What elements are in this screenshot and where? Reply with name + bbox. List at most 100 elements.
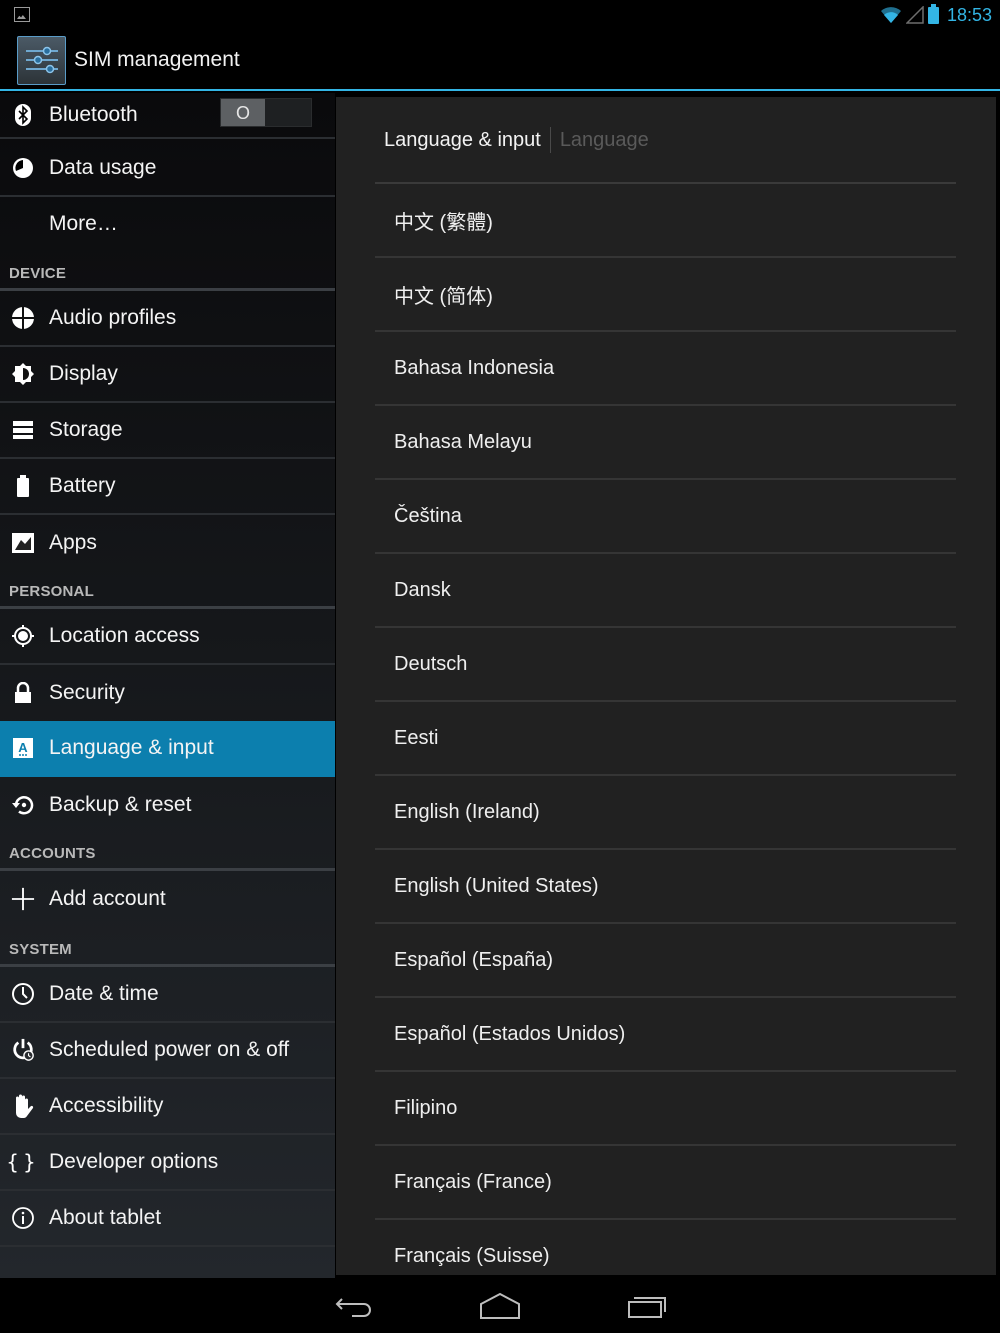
navigation-bar <box>0 1278 1000 1333</box>
recent-apps-icon <box>628 1297 666 1318</box>
sidebar-item-apps[interactable]: Apps <box>0 515 335 571</box>
language-option-label: Bahasa Melayu <box>394 430 532 453</box>
section-header-system: SYSTEM <box>0 927 335 967</box>
sidebar-item-display[interactable]: Display <box>0 347 335 403</box>
section-header-personal: PERSONAL <box>0 571 335 609</box>
language-option[interactable]: 中文 (繁體) <box>375 184 956 258</box>
sidebar-item-date-time[interactable]: Date & time <box>0 967 335 1023</box>
sidebar-item-label: Date & time <box>49 982 159 1005</box>
data-usage-icon <box>11 156 35 180</box>
language-option[interactable]: English (United States) <box>375 850 956 924</box>
language-option-label: Español (España) <box>394 948 553 971</box>
location-icon <box>11 624 35 648</box>
language-option[interactable]: Eesti <box>375 702 956 776</box>
language-option[interactable]: Bahasa Indonesia <box>375 332 956 406</box>
sidebar-item-audio-profiles[interactable]: Audio profiles <box>0 291 335 347</box>
language-option-label: Deutsch <box>394 652 468 675</box>
sidebar-item-label: Apps <box>49 531 97 554</box>
sidebar-item-location-access[interactable]: Location access <box>0 609 335 665</box>
language-option-label: English (United States) <box>394 874 599 897</box>
home-button[interactable] <box>477 1290 523 1322</box>
sidebar-item-bluetooth[interactable]: Bluetooth O <box>0 93 335 139</box>
sidebar-item-accessibility[interactable]: Accessibility <box>0 1079 335 1135</box>
sidebar-item-label: Developer options <box>49 1150 219 1173</box>
language-pane: Language & input Language 中文 (繁體) 中文 (简体)… <box>336 97 996 1275</box>
apps-icon <box>11 531 35 555</box>
sidebar-item-label: Bluetooth <box>49 103 138 126</box>
language-option[interactable]: Français (Suisse) <box>375 1220 956 1275</box>
audio-profiles-icon <box>11 306 35 330</box>
sidebar-item-label: Add account <box>49 887 166 910</box>
toggle-knob[interactable]: O <box>221 99 265 126</box>
language-icon: A <box>11 736 35 760</box>
section-header-accounts: ACCOUNTS <box>0 833 335 871</box>
breadcrumb-parent[interactable]: Language & input <box>384 129 541 152</box>
sidebar-item-label: Backup & reset <box>49 793 192 816</box>
toggle-off-label: O <box>235 102 250 123</box>
clock-time: 18:53 <box>946 4 992 25</box>
breadcrumb-current: Language <box>559 128 649 151</box>
recent-apps-button[interactable] <box>624 1290 670 1322</box>
sidebar-item-scheduled-power[interactable]: Scheduled power on & off <box>0 1023 335 1079</box>
sidebar-item-developer-options[interactable]: {} Developer options <box>0 1135 335 1191</box>
status-bar: 18:53 <box>0 0 1000 30</box>
screenshot-notification-icon <box>14 7 30 22</box>
svg-text:A: A <box>18 740 28 755</box>
braces-icon: {} <box>6 1150 40 1174</box>
language-list[interactable]: 中文 (繁體) 中文 (简体) Bahasa Indonesia Bahasa Mel… <box>375 184 956 1275</box>
sidebar-item-language-input[interactable]: A Language & input <box>0 721 335 777</box>
section-header-label: ACCOUNTS <box>9 845 96 862</box>
sidebar-item-label: Security <box>49 681 125 704</box>
clock-icon <box>11 982 35 1006</box>
language-option[interactable]: Français (France) <box>375 1146 956 1220</box>
sidebar-item-about-tablet[interactable]: About tablet <box>0 1191 335 1247</box>
sidebar-item-data-usage[interactable]: Data usage <box>0 141 335 197</box>
language-option[interactable]: Español (España) <box>375 924 956 998</box>
backup-icon <box>11 793 35 817</box>
language-option[interactable]: Bahasa Melayu <box>375 406 956 480</box>
sidebar-item-label: More… <box>49 212 118 235</box>
sidebar-item-label: Audio profiles <box>49 306 177 329</box>
settings-sliders-icon[interactable] <box>17 36 66 85</box>
sidebar-item-label: About tablet <box>49 1206 162 1229</box>
language-option-label: Español (Estados Unidos) <box>394 1022 626 1045</box>
language-option[interactable]: Deutsch <box>375 628 956 702</box>
info-icon <box>11 1206 35 1230</box>
storage-icon <box>11 418 35 442</box>
language-option[interactable]: Español (Estados Unidos) <box>375 998 956 1072</box>
section-header-label: PERSONAL <box>9 583 94 600</box>
breadcrumb: Language & input Language <box>384 127 649 153</box>
sidebar-item-label: Location access <box>49 624 200 647</box>
language-option-label: 中文 (繁體) <box>394 211 493 234</box>
language-option[interactable]: English (Ireland) <box>375 776 956 850</box>
back-button[interactable] <box>331 1290 377 1322</box>
sidebar-item-label: Storage <box>49 418 123 441</box>
sidebar-item-label: Display <box>49 362 118 385</box>
cell-signal-icon <box>905 6 924 24</box>
sidebar-item-security[interactable]: Security <box>0 665 335 721</box>
bluetooth-toggle[interactable]: O <box>220 98 312 127</box>
sidebar-item-storage[interactable]: Storage <box>0 403 335 459</box>
sidebar-item-add-account[interactable]: Add account <box>0 871 335 927</box>
language-option-label: Dansk <box>394 578 451 601</box>
wifi-icon <box>880 7 901 23</box>
sidebar-item-battery[interactable]: Battery <box>0 459 335 515</box>
language-option[interactable]: Čeština <box>375 480 956 554</box>
sidebar-item-backup-reset[interactable]: Backup & reset <box>0 777 335 833</box>
language-option-label: 中文 (简体) <box>394 285 493 308</box>
sidebar-item-more[interactable]: More… <box>0 197 335 251</box>
action-bar: SIM management <box>0 30 1000 91</box>
bluetooth-icon <box>11 103 35 127</box>
language-option-label: Français (France) <box>394 1170 552 1193</box>
language-option[interactable]: 中文 (简体) <box>375 258 956 332</box>
breadcrumb-separator <box>549 127 551 153</box>
battery-icon <box>927 3 939 24</box>
sidebar-item-label: Data usage <box>49 156 157 179</box>
sidebar-item-label: Accessibility <box>49 1094 164 1117</box>
settings-sidebar: Bluetooth O Data usage More… DEVICE Audi… <box>0 93 335 1278</box>
sidebar-item-label: Scheduled power on & off <box>49 1038 290 1061</box>
language-option[interactable]: Filipino <box>375 1072 956 1146</box>
section-header-label: DEVICE <box>9 265 67 282</box>
language-option[interactable]: Dansk <box>375 554 956 628</box>
plus-icon <box>11 887 35 911</box>
